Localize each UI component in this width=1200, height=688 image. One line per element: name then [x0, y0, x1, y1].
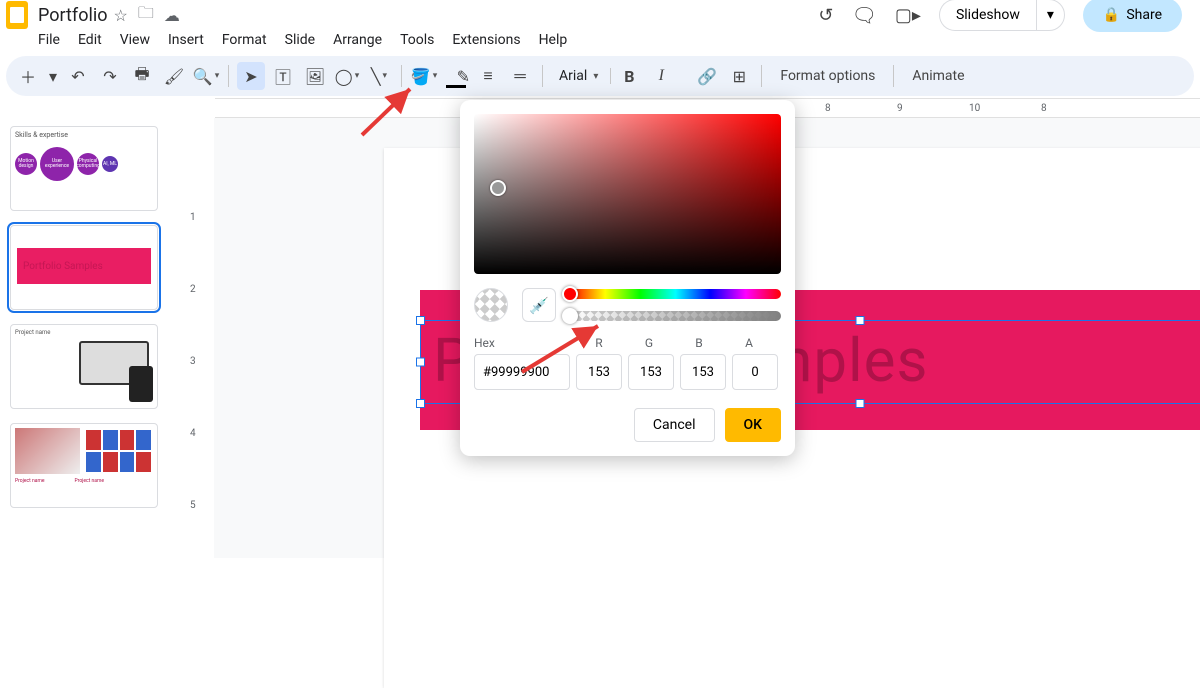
insert-link-button[interactable]: 🔗	[693, 62, 721, 90]
slide-thumb-1[interactable]: Skills & expertise Motion design User ex…	[10, 126, 158, 211]
menu-help[interactable]: Help	[539, 32, 568, 48]
new-slide-dropdown[interactable]: ▾	[46, 62, 60, 90]
ruler-tick: 8	[1041, 103, 1047, 114]
comments-icon[interactable]: 🗨	[852, 3, 877, 27]
print-button[interactable]: 🖶	[128, 62, 156, 90]
doc-title[interactable]: Portfolio	[38, 5, 107, 26]
ruler-tick: 8	[825, 103, 831, 114]
toolbar: ＋ ▾ ↶ ↷ 🖶 🖌 🔍 ➤ 🅃 🖼 ◯ ╲ 🪣 ✎ ≡ ═ Arial ▾ …	[6, 56, 1194, 96]
b-input[interactable]	[680, 354, 726, 390]
slide-thumb-2[interactable]: Portfolio Samples	[10, 225, 158, 310]
ruler-tick: 1	[190, 212, 196, 223]
undo-button[interactable]: ↶	[64, 62, 92, 90]
menu-file[interactable]: File	[38, 32, 60, 48]
font-selector[interactable]: Arial	[559, 68, 587, 84]
move-icon[interactable]: 🗀	[138, 2, 154, 29]
lock-icon: 🔒	[1103, 7, 1120, 23]
resize-handle[interactable]	[416, 316, 425, 325]
current-color-swatch	[474, 288, 508, 322]
label-r: R	[574, 336, 624, 350]
border-color-button[interactable]: ✎	[442, 62, 470, 90]
thumb-title: Project name	[15, 329, 153, 336]
thumb-text: Portfolio Samples	[17, 248, 151, 284]
eyedropper-button[interactable]: 💉	[522, 288, 556, 322]
zoom-button[interactable]: 🔍	[192, 62, 220, 90]
color-cursor[interactable]	[490, 180, 506, 196]
slide-thumb-4[interactable]: Project name Project name	[10, 423, 158, 508]
shape-tool[interactable]: ◯	[333, 62, 361, 90]
menu-insert[interactable]: Insert	[168, 32, 204, 48]
resize-handle[interactable]	[856, 399, 865, 408]
menu-format[interactable]: Format	[222, 32, 267, 48]
ruler-tick: 2	[190, 284, 196, 295]
bubble: User experience	[40, 147, 74, 181]
cancel-button[interactable]: Cancel	[634, 408, 715, 442]
color-gradient-canvas[interactable]	[474, 114, 781, 274]
thumb-caption: Project name	[75, 478, 105, 484]
paint-format-button[interactable]: 🖌	[160, 62, 188, 90]
bold-button[interactable]: B	[615, 62, 643, 90]
star-icon[interactable]: ☆	[113, 6, 127, 25]
ok-button[interactable]: OK	[725, 408, 782, 442]
image-tool[interactable]: 🖼	[301, 62, 329, 90]
font-dropdown-icon[interactable]: ▾	[593, 71, 598, 82]
bubble: Physical computing	[77, 153, 99, 175]
slides-logo	[6, 1, 28, 29]
ruler-tick: 3	[190, 356, 196, 367]
bubble: Motion design	[15, 153, 37, 175]
alpha-slider[interactable]	[570, 311, 781, 321]
vertical-ruler: 1 2 3 4 5	[178, 118, 214, 558]
menu-tools[interactable]: Tools	[400, 32, 434, 48]
menu-arrange[interactable]: Arrange	[333, 32, 382, 48]
fill-color-button[interactable]: 🪣	[410, 62, 438, 90]
slideshow-button[interactable]: Slideshow	[939, 0, 1036, 31]
history-icon[interactable]: ↺	[818, 5, 833, 26]
border-weight-button[interactable]: ≡	[474, 62, 502, 90]
share-button[interactable]: 🔒 Share	[1083, 0, 1182, 32]
color-picker-dialog: 💉 Hex R G B A Cancel OK	[460, 100, 795, 456]
thumb-title: Skills & expertise	[15, 131, 153, 139]
ruler-tick: 10	[969, 103, 980, 114]
italic-button[interactable]: I	[647, 62, 675, 90]
select-tool[interactable]: ➤	[237, 62, 265, 90]
menu-edit[interactable]: Edit	[78, 32, 102, 48]
menu-view[interactable]: View	[120, 32, 150, 48]
cloud-icon[interactable]: ☁	[164, 6, 180, 25]
border-dash-button[interactable]: ═	[506, 62, 534, 90]
slideshow-dropdown[interactable]: ▾	[1036, 0, 1065, 31]
hue-slider[interactable]	[570, 289, 781, 299]
g-input[interactable]	[628, 354, 674, 390]
thumb-caption: Project name	[15, 478, 45, 484]
a-input[interactable]	[732, 354, 778, 390]
label-b: B	[674, 336, 724, 350]
label-hex: Hex	[474, 336, 574, 350]
hue-thumb[interactable]	[562, 286, 578, 302]
menu-slide[interactable]: Slide	[285, 32, 315, 48]
label-g: G	[624, 336, 674, 350]
filmstrip: Skills & expertise Motion design User ex…	[0, 118, 178, 558]
line-tool[interactable]: ╲	[365, 62, 393, 90]
ruler-tick: 9	[897, 103, 903, 114]
resize-handle[interactable]	[856, 316, 865, 325]
resize-handle[interactable]	[416, 358, 425, 367]
ruler-tick: 5	[190, 500, 196, 511]
label-a: A	[724, 336, 774, 350]
slide-thumb-3[interactable]: Project name	[10, 324, 158, 409]
meet-icon[interactable]: ▢▸	[895, 5, 921, 26]
menu-extensions[interactable]: Extensions	[452, 32, 520, 48]
textbox-tool[interactable]: 🅃	[269, 62, 297, 90]
insert-comment-button[interactable]: ⊞	[725, 62, 753, 90]
resize-handle[interactable]	[416, 399, 425, 408]
ruler-tick: 4	[190, 428, 196, 439]
hex-input[interactable]	[474, 354, 570, 390]
new-slide-button[interactable]: ＋	[14, 62, 42, 90]
redo-button[interactable]: ↷	[96, 62, 124, 90]
bubble: AI, ML	[102, 156, 118, 172]
r-input[interactable]	[576, 354, 622, 390]
share-label: Share	[1126, 7, 1162, 23]
format-options-button[interactable]: Format options	[770, 68, 885, 84]
alpha-thumb[interactable]	[562, 308, 578, 324]
animate-button[interactable]: Animate	[902, 68, 974, 84]
